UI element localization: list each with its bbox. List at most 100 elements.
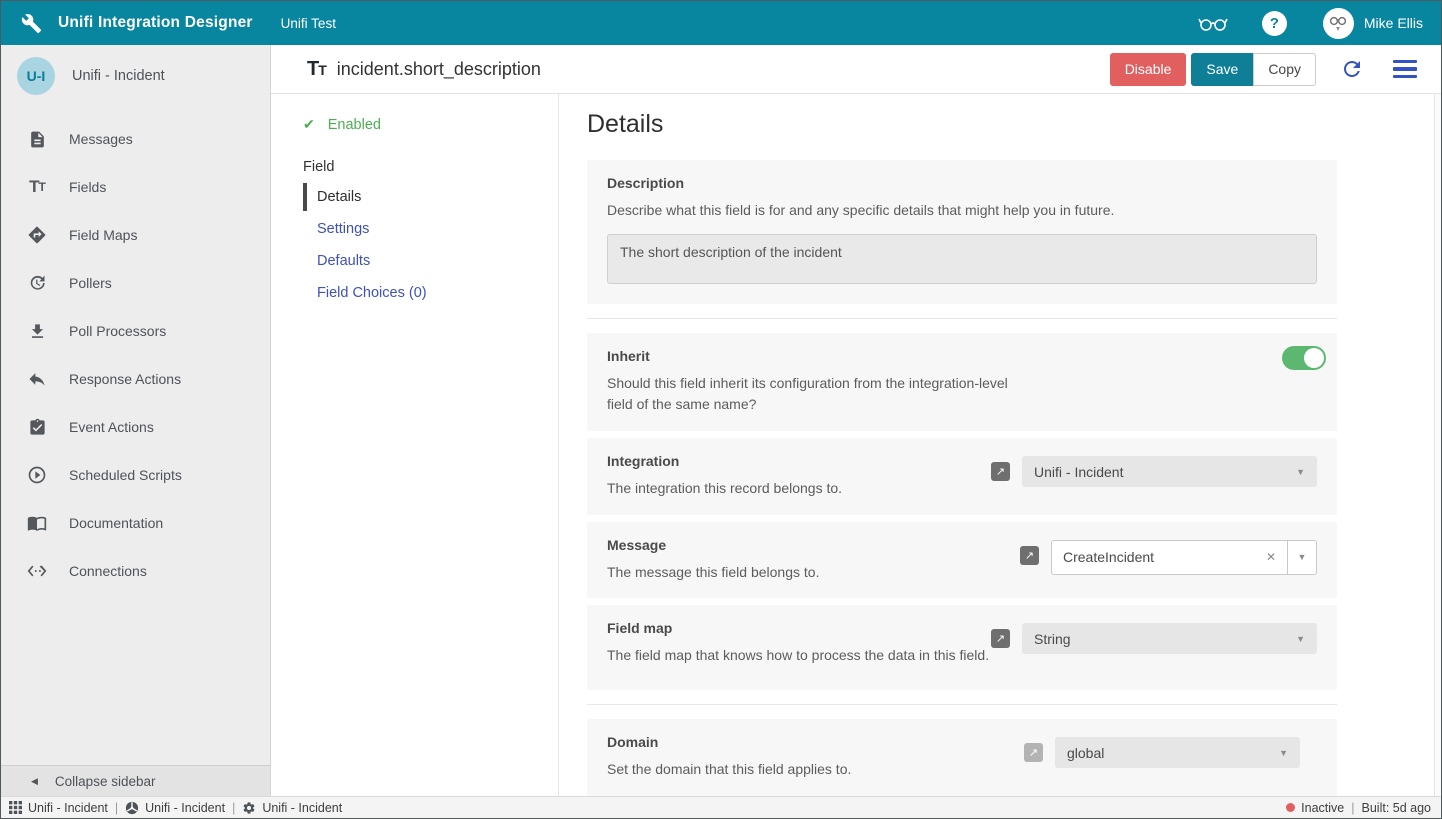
clear-icon[interactable]: ✕ [1266, 550, 1276, 564]
open-record-icon[interactable]: ↗ [1020, 546, 1039, 565]
sidebar-item-fields[interactable]: TT Fields [1, 163, 270, 211]
sidebar-item-label: Connections [69, 563, 147, 579]
section-divider [587, 318, 1337, 319]
field-map-card: Field map The field map that knows how t… [587, 605, 1337, 690]
inherit-toggle[interactable] [1282, 346, 1326, 370]
sidebar-item-event-actions[interactable]: Event Actions [1, 403, 270, 451]
field-map-label: Field map [607, 620, 989, 636]
sidebar-item-messages[interactable]: Messages [1, 115, 270, 163]
nav-item-defaults[interactable]: Defaults [303, 247, 503, 275]
wrench-icon [21, 12, 43, 34]
integration-help: The integration this record belongs to. [607, 478, 842, 500]
collapse-sidebar-label: Collapse sidebar [55, 774, 156, 789]
sidebar-item-label: Documentation [69, 515, 163, 531]
field-map-value: String [1034, 631, 1071, 647]
built-label: Built: 5d ago [1362, 801, 1432, 815]
sidebar-item-documentation[interactable]: Documentation [1, 499, 270, 547]
domain-select[interactable]: global ▼ [1055, 737, 1300, 768]
integration-select[interactable]: Unifi - Incident ▼ [1022, 456, 1317, 487]
integration-value: Unifi - Incident [1034, 464, 1123, 480]
sidebar-item-poll-processors[interactable]: Poll Processors [1, 307, 270, 355]
field-map-select[interactable]: String ▼ [1022, 623, 1317, 654]
user-avatar[interactable] [1323, 8, 1354, 39]
status-crumb-gear[interactable]: Unifi - Incident [242, 801, 342, 815]
separator: | [232, 801, 235, 815]
status-bar: Unifi - Incident | Unifi - Incident | Un… [1, 796, 1441, 818]
user-name[interactable]: Mike Ellis [1364, 15, 1423, 31]
inherit-card: Inherit Should this field inherit its co… [587, 333, 1337, 431]
wheel-icon [125, 801, 139, 815]
sidebar-item-label: Pollers [69, 275, 112, 291]
status-crumb-grid[interactable]: Unifi - Incident [9, 801, 108, 815]
inherit-help: Should this field inherit its configurat… [607, 373, 1032, 416]
nav-item-settings[interactable]: Settings [303, 215, 503, 243]
sidebar-item-label: Scheduled Scripts [69, 467, 182, 483]
fields-icon: TT [26, 177, 48, 197]
inherit-label: Inherit [607, 348, 1032, 364]
sidebar-item-connections[interactable]: Connections [1, 547, 270, 595]
crumb-label: Unifi - Incident [145, 801, 225, 815]
sidebar-item-label: Fields [69, 179, 106, 195]
poll-processors-icon [26, 322, 48, 341]
message-card: Message The message this field belongs t… [587, 522, 1337, 599]
environment-name: Unifi Test [281, 16, 336, 31]
description-card: Description Describe what this field is … [587, 160, 1337, 304]
chevron-down-icon: ▼ [1296, 634, 1305, 644]
sidebar-item-field-maps[interactable]: Field Maps [1, 211, 270, 259]
disable-button[interactable]: Disable [1110, 53, 1187, 86]
field-maps-icon [26, 225, 48, 245]
inactive-status-label: Inactive [1301, 801, 1344, 815]
integration-name: Unifi - Incident [72, 68, 165, 84]
gear-icon [242, 801, 256, 815]
sidebar-item-pollers[interactable]: Pollers [1, 259, 270, 307]
crumb-label: Unifi - Incident [262, 801, 342, 815]
open-record-icon[interactable]: ↗ [991, 629, 1010, 648]
enabled-status: ✔ Enabled [303, 116, 558, 133]
sidebar-item-label: Messages [69, 131, 133, 147]
nav-section-label: Field [303, 159, 558, 175]
sidebar-item-label: Field Maps [69, 227, 137, 243]
inactive-status-dot [1286, 803, 1295, 812]
field-type-icon: TT [307, 58, 326, 81]
sidebar-item-label: Poll Processors [69, 323, 166, 339]
domain-card: Domain Set the domain that this field ap… [587, 719, 1337, 796]
open-record-icon[interactable]: ↗ [991, 462, 1010, 481]
documentation-icon [26, 513, 48, 533]
scheduled-scripts-icon [26, 465, 48, 485]
refresh-icon[interactable] [1340, 57, 1364, 81]
nav-item-details[interactable]: Details [303, 183, 503, 211]
collapse-sidebar-button[interactable]: ◀ Collapse sidebar [1, 765, 270, 796]
message-dropdown-button[interactable]: ▼ [1288, 540, 1317, 575]
sidebar-item-scheduled-scripts[interactable]: Scheduled Scripts [1, 451, 270, 499]
sidebar: U-I Unifi - Incident Messages TT Fields [1, 45, 271, 796]
description-help: Describe what this field is for and any … [607, 200, 1317, 222]
message-label: Message [607, 537, 819, 553]
domain-label: Domain [607, 734, 851, 750]
message-combobox[interactable]: CreateIncident ✕ [1051, 540, 1288, 575]
nav-item-field-choices[interactable]: Field Choices (0) [303, 279, 503, 307]
record-header: TT incident.short_description Disable Sa… [271, 45, 1441, 94]
glasses-icon[interactable] [1198, 14, 1228, 32]
message-help: The message this field belongs to. [607, 562, 819, 584]
event-actions-icon [26, 418, 48, 437]
chevron-down-icon: ▼ [1298, 552, 1307, 562]
message-value: CreateIncident [1063, 549, 1154, 565]
content-pane: TT incident.short_description Disable Sa… [271, 45, 1441, 796]
menu-icon[interactable] [1393, 60, 1417, 79]
copy-button[interactable]: Copy [1253, 53, 1316, 86]
collapse-arrow-icon: ◀ [31, 776, 38, 787]
description-label: Description [607, 175, 1317, 191]
scrollbar[interactable] [1434, 94, 1441, 796]
description-textarea[interactable]: The short description of the incident [607, 234, 1317, 284]
messages-icon [26, 130, 48, 149]
check-icon: ✔ [303, 116, 315, 133]
save-button[interactable]: Save [1191, 53, 1253, 86]
separator: | [115, 801, 118, 815]
domain-value: global [1067, 745, 1104, 761]
status-crumb-wheel[interactable]: Unifi - Incident [125, 801, 225, 815]
app-window: Unifi Integration Designer Unifi Test ? … [0, 0, 1442, 819]
sidebar-integration-header[interactable]: U-I Unifi - Incident [1, 45, 270, 107]
sidebar-item-response-actions[interactable]: Response Actions [1, 355, 270, 403]
integration-label: Integration [607, 453, 842, 469]
help-icon[interactable]: ? [1262, 11, 1287, 36]
